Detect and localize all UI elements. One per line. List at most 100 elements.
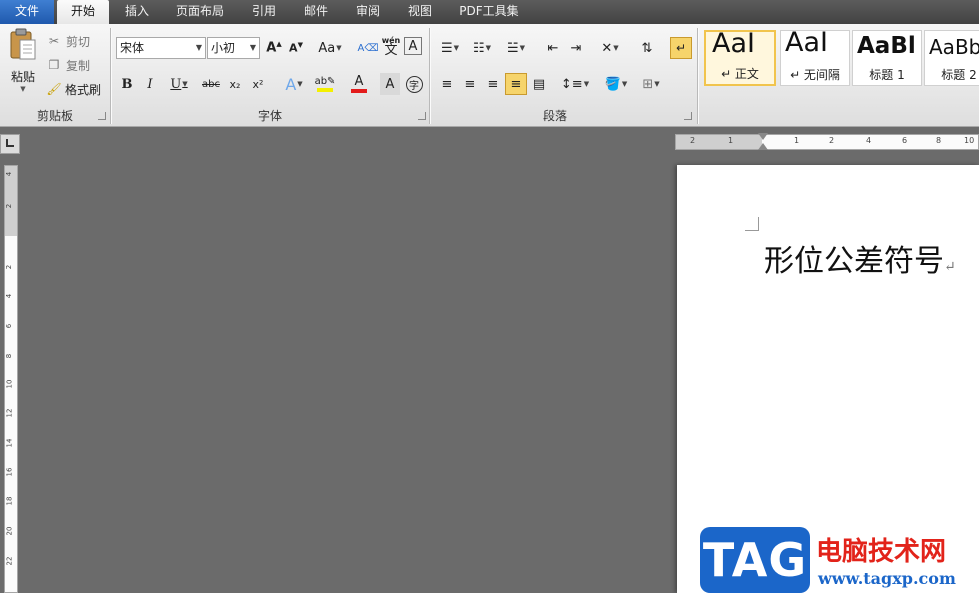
ruler-tick-label: 2: [5, 264, 14, 270]
cut-button[interactable]: ✂ 剪切: [46, 32, 90, 50]
chevron-down-icon: ▼: [195, 43, 202, 52]
increase-indent-button[interactable]: ⇥: [565, 37, 587, 59]
shrink-font-button[interactable]: A▼: [285, 37, 307, 59]
ruler-tick-label: 1: [794, 136, 800, 145]
phonetic-guide-button[interactable]: wén 文: [380, 35, 402, 57]
decrease-indent-button[interactable]: ⇤: [542, 37, 564, 59]
justify-button[interactable]: ≡: [505, 73, 527, 95]
tab-references[interactable]: 引用: [242, 0, 286, 24]
ruler-tick-label: 2: [829, 136, 835, 145]
align-left-button[interactable]: ≡: [436, 73, 458, 95]
tab-home[interactable]: 开始: [57, 0, 109, 25]
subscript-icon: x₂: [229, 77, 241, 91]
group-label-clipboard: 剪贴板: [36, 109, 73, 123]
underline-icon: U: [170, 76, 182, 92]
paste-icon: [10, 28, 36, 60]
borders-button[interactable]: ⊞ ▼: [636, 73, 666, 95]
font-color-icon: A: [354, 74, 364, 89]
align-left-icon: ≡: [441, 76, 453, 92]
paragraph-dialog-launcher-icon[interactable]: [684, 112, 692, 120]
ruler-toggle-button[interactable]: [0, 134, 20, 154]
font-dialog-launcher-icon[interactable]: [418, 112, 426, 120]
ruler-margin: [676, 135, 762, 149]
horizontal-ruler[interactable]: 2 1 1 2 4 6 8 10: [675, 133, 979, 150]
style-heading-1[interactable]: AaBl 标题 1: [852, 30, 922, 86]
distributed-align-button[interactable]: ▤: [528, 73, 550, 95]
character-border-button[interactable]: A: [404, 37, 422, 55]
text-effects-button[interactable]: A ▼: [281, 73, 307, 95]
font-size-dropdown[interactable]: 小初 ▼: [207, 37, 260, 59]
style-sample: AaI: [712, 30, 755, 59]
paste-button[interactable]: 粘贴 ▼: [4, 28, 42, 102]
multilevel-list-button[interactable]: ☱ ▼: [502, 37, 530, 59]
line-spacing-button[interactable]: ↕≡ ▼: [560, 73, 590, 95]
vertical-ruler[interactable]: 4 2 2 4 6 8 10 12 14 16 18 20 22: [4, 165, 18, 593]
superscript-button[interactable]: x²: [247, 73, 269, 95]
strikethrough-button[interactable]: abc: [198, 73, 224, 95]
shading-button[interactable]: 🪣 ▼: [600, 73, 632, 95]
style-normal[interactable]: AaI ↵ 正文: [704, 30, 776, 86]
italic-button[interactable]: I: [139, 73, 161, 95]
copy-label: 复制: [66, 58, 91, 73]
tab-stop-icon: [6, 139, 14, 147]
ruler-tick-label: 16: [5, 467, 14, 477]
font-name-dropdown[interactable]: 宋体 ▼: [116, 37, 206, 59]
superscript-icon: x²: [252, 77, 264, 91]
character-border-icon: A: [408, 38, 418, 54]
paste-label: 粘贴: [10, 70, 35, 84]
clear-formatting-button[interactable]: A⌫: [357, 37, 379, 59]
decrease-indent-icon: ⇤: [547, 40, 559, 56]
tab-view[interactable]: 视图: [398, 0, 442, 24]
subscript-button[interactable]: x₂: [224, 73, 246, 95]
ruler-margin: [5, 166, 17, 236]
enclose-characters-button[interactable]: 字: [403, 73, 425, 95]
tab-file[interactable]: 文件: [0, 0, 54, 24]
ruler-tick-label: 2: [5, 203, 14, 209]
document-text[interactable]: 形位公差符号↵: [764, 236, 956, 280]
bold-icon: B: [121, 76, 133, 92]
change-case-button[interactable]: Aa ▼: [316, 37, 344, 59]
ruler-tick-label: 8: [936, 136, 942, 145]
grow-font-button[interactable]: A▲: [263, 37, 285, 59]
character-shading-button[interactable]: A: [380, 73, 400, 95]
paintbrush-icon: 🖌: [46, 82, 62, 96]
align-center-button[interactable]: ≡: [459, 73, 481, 95]
increase-indent-icon: ⇥: [570, 40, 582, 56]
scissors-icon: ✂: [48, 34, 60, 48]
hanging-indent-marker[interactable]: [758, 143, 768, 150]
format-painter-button[interactable]: 🖌 格式刷: [46, 80, 101, 98]
numbering-button[interactable]: ☷ ▼: [468, 37, 496, 59]
align-right-button[interactable]: ≡: [482, 73, 504, 95]
tab-review[interactable]: 审阅: [346, 0, 390, 24]
tab-page-layout[interactable]: 页面布局: [168, 0, 232, 24]
underline-button[interactable]: U ▼: [162, 73, 196, 95]
copy-button[interactable]: ❐ 复制: [46, 56, 90, 74]
paint-bucket-icon: 🪣: [604, 76, 621, 92]
tab-mailings[interactable]: 邮件: [294, 0, 338, 24]
grow-font-icon: A▲: [266, 40, 282, 56]
bold-button[interactable]: B: [116, 73, 138, 95]
phonetic-guide-char: 文: [384, 43, 398, 58]
highlighter-icon: ab✎: [314, 76, 336, 87]
bullet-list-icon: ☰: [440, 40, 453, 56]
strikethrough-icon: abc: [202, 78, 220, 90]
ruler-tick-label: 10: [964, 136, 975, 145]
style-heading-2[interactable]: AaBb 标题 2: [924, 30, 979, 86]
chinese-layout-button[interactable]: ✕ ▼: [596, 37, 624, 59]
chevron-down-icon: ▼: [583, 80, 590, 88]
style-no-spacing[interactable]: AaI ↵ 无间隔: [780, 30, 850, 86]
group-separator: [697, 28, 698, 124]
bullets-button[interactable]: ☰ ▼: [436, 37, 464, 59]
tab-pdf-tools[interactable]: PDF工具集: [450, 0, 528, 24]
font-color-button[interactable]: A: [344, 73, 374, 95]
highlight-button[interactable]: ab✎: [310, 73, 340, 95]
clipboard-dialog-launcher-icon[interactable]: [98, 112, 106, 120]
sort-button[interactable]: ⇅: [636, 37, 658, 59]
watermark-logo-text: TAG: [702, 533, 808, 587]
show-formatting-marks-button[interactable]: ↵: [670, 37, 692, 59]
document-text-content: 形位公差符号: [764, 244, 944, 279]
ruler-tick-label: 1: [728, 136, 734, 145]
clear-formatting-icon: A⌫: [357, 42, 379, 54]
first-line-indent-marker[interactable]: [758, 133, 768, 140]
tab-insert[interactable]: 插入: [115, 0, 159, 24]
